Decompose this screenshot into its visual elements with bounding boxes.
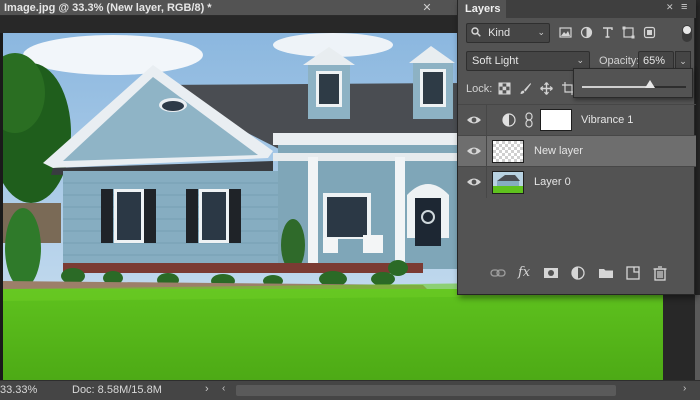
layer-mask-thumbnail[interactable] bbox=[540, 109, 572, 131]
filter-toggle[interactable] bbox=[682, 25, 692, 42]
scroll-left-icon[interactable]: ‹ bbox=[222, 383, 225, 394]
lock-transparent-pixels-icon[interactable] bbox=[498, 82, 511, 95]
eye-icon[interactable] bbox=[466, 176, 482, 188]
adjustment-filter-icon[interactable] bbox=[580, 26, 593, 39]
lock-label: Lock: bbox=[466, 83, 493, 95]
link-layers-icon[interactable] bbox=[490, 265, 506, 281]
layers-panel-footer: fx bbox=[458, 263, 696, 285]
lock-position-icon[interactable] bbox=[540, 82, 553, 95]
chain-link-icon[interactable] bbox=[525, 112, 533, 128]
vibrance-adjustment-icon[interactable] bbox=[502, 113, 516, 127]
eye-icon[interactable] bbox=[466, 145, 482, 157]
layer-thumbnail-image[interactable] bbox=[492, 171, 524, 194]
horizontal-scrollbar[interactable] bbox=[236, 385, 616, 396]
doc-size-readout: Doc: 8.58M/15.8M bbox=[72, 384, 162, 396]
status-menu-arrow-icon[interactable]: › bbox=[205, 383, 209, 395]
filter-kind-select[interactable]: Kind ⌄ bbox=[466, 23, 550, 43]
blend-mode-select[interactable]: Soft Light ⌄ bbox=[466, 51, 590, 71]
opacity-label: Opacity: bbox=[599, 55, 640, 67]
chevron-down-icon: ⌄ bbox=[537, 27, 545, 37]
lock-image-pixels-icon[interactable] bbox=[519, 82, 532, 95]
vertical-scrollbar[interactable] bbox=[695, 295, 700, 380]
fx-icon[interactable]: fx bbox=[518, 265, 534, 281]
new-group-icon[interactable] bbox=[598, 265, 614, 281]
layer-row-new-layer[interactable]: New layer bbox=[458, 135, 696, 167]
image-filter-icon[interactable] bbox=[559, 26, 572, 39]
add-mask-icon[interactable] bbox=[543, 265, 559, 281]
layer-name[interactable]: Vibrance 1 bbox=[581, 114, 633, 126]
smart-object-filter-icon[interactable] bbox=[643, 26, 656, 39]
opacity-slider-fill bbox=[582, 86, 650, 88]
panel-menu-icon[interactable]: ≡ bbox=[681, 1, 687, 13]
layer-name[interactable]: New layer bbox=[534, 145, 583, 157]
layers-panel: Layers ✕ ≡ Kind ⌄ Soft Light ⌄ Opacity: … bbox=[457, 0, 696, 295]
opacity-slider-popup bbox=[573, 68, 693, 98]
chevron-down-icon: ⌄ bbox=[576, 55, 584, 65]
status-bar: 33.33% Doc: 8.58M/15.8M › ‹ › bbox=[0, 380, 700, 400]
close-document-icon[interactable]: ✕ bbox=[420, 1, 434, 15]
blend-mode-value: Soft Light bbox=[472, 55, 519, 67]
filter-toggle-knob bbox=[683, 26, 691, 34]
layer-thumbnail-transparent[interactable] bbox=[492, 140, 524, 163]
document-title: Image.jpg @ 33.3% (New layer, RGB/8) * bbox=[4, 2, 212, 14]
tab-layers[interactable]: Layers bbox=[458, 0, 506, 18]
layer-filter-row: Kind ⌄ bbox=[458, 22, 696, 46]
panel-tabbar: Layers ✕ ≡ bbox=[458, 0, 696, 18]
eye-column-divider bbox=[486, 136, 487, 167]
delete-layer-icon[interactable] bbox=[652, 265, 668, 281]
eye-icon[interactable] bbox=[466, 114, 482, 126]
layer-row-vibrance[interactable]: Vibrance 1 bbox=[458, 104, 696, 136]
filter-kind-label: Kind bbox=[488, 27, 511, 39]
new-layer-icon[interactable] bbox=[625, 265, 641, 281]
opacity-slider-knob[interactable] bbox=[645, 80, 655, 88]
shape-filter-icon[interactable] bbox=[622, 26, 635, 39]
layer-row-layer-0[interactable]: Layer 0 bbox=[458, 166, 696, 198]
eye-column-divider bbox=[486, 105, 487, 136]
eye-column-divider bbox=[486, 167, 487, 198]
layers-list: Vibrance 1 New layer Layer 0 bbox=[458, 104, 696, 200]
new-adjustment-icon[interactable] bbox=[570, 265, 586, 281]
document-tab[interactable]: Image.jpg @ 33.3% (New layer, RGB/8) * ✕ bbox=[0, 0, 462, 16]
panel-close-icon[interactable]: ✕ bbox=[666, 2, 674, 13]
opacity-slider-track[interactable] bbox=[582, 80, 686, 88]
scroll-right-icon[interactable]: › bbox=[683, 383, 686, 394]
search-icon bbox=[471, 27, 481, 37]
type-filter-icon[interactable] bbox=[601, 26, 614, 39]
layer-name[interactable]: Layer 0 bbox=[534, 176, 571, 188]
zoom-readout[interactable]: 33.33% bbox=[0, 384, 37, 396]
